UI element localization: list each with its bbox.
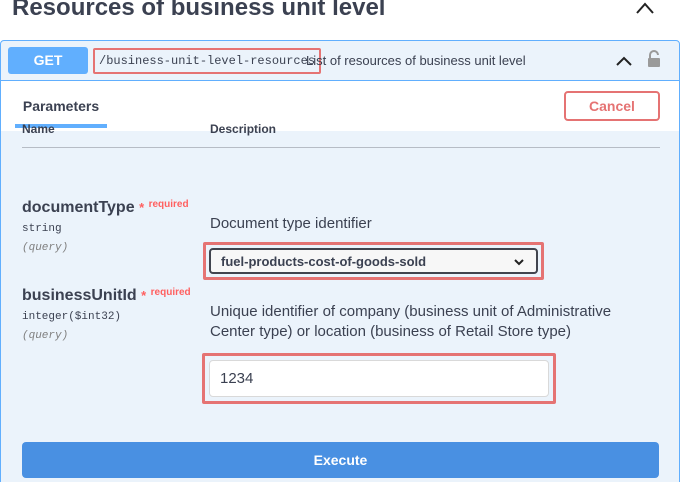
section-title[interactable]: Resources of business unit level [12,0,385,22]
tab-parameters[interactable]: Parameters [15,81,107,128]
required-star: * [139,200,145,215]
operation-summary[interactable]: GET /business-unit-level-resources List … [1,41,679,81]
param-name-businessunitid: businessUnitId * required [22,287,191,305]
header-divider [22,147,660,148]
business-unit-id-input[interactable]: 1234 [209,360,549,397]
highlight-box-input: 1234 [202,353,556,404]
param-in-businessunitid: (query) [22,330,69,342]
parameters-header: Parameters Cancel [1,81,679,131]
param-description-documenttype: Document type identifier [210,215,372,232]
execute-button[interactable]: Execute [22,442,659,478]
highlight-box-select: fuel-products-cost-of-goods-sold [203,242,544,280]
chevron-down-icon [514,259,524,266]
description-column-header: Description [210,122,277,136]
cancel-button[interactable]: Cancel [564,91,660,121]
method-badge: GET [8,47,88,74]
chevron-up-icon[interactable] [614,53,634,69]
operation-description: List of resources of business unit level [306,53,526,68]
required-star: * [141,288,147,303]
param-name-text: businessUnitId [22,287,137,304]
operation-path: /business-unit-level-resources [93,48,322,74]
param-name-documenttype: documentType * required [22,199,189,217]
select-value: fuel-products-cost-of-goods-sold [221,254,427,269]
required-label: required [148,199,189,210]
param-type-businessunitid: integer($int32) [22,311,122,323]
param-type-documenttype: string [22,223,62,235]
param-in-documenttype: (query) [22,242,69,254]
collapse-chevron-up-icon[interactable] [634,0,656,16]
param-name-text: documentType [22,199,135,216]
document-type-select[interactable]: fuel-products-cost-of-goods-sold [209,248,538,274]
required-label: required [150,287,191,298]
name-column-header: Name [22,122,55,136]
param-description-businessunitid: Unique identifier of company (business u… [210,303,612,340]
lock-icon[interactable] [646,49,662,69]
